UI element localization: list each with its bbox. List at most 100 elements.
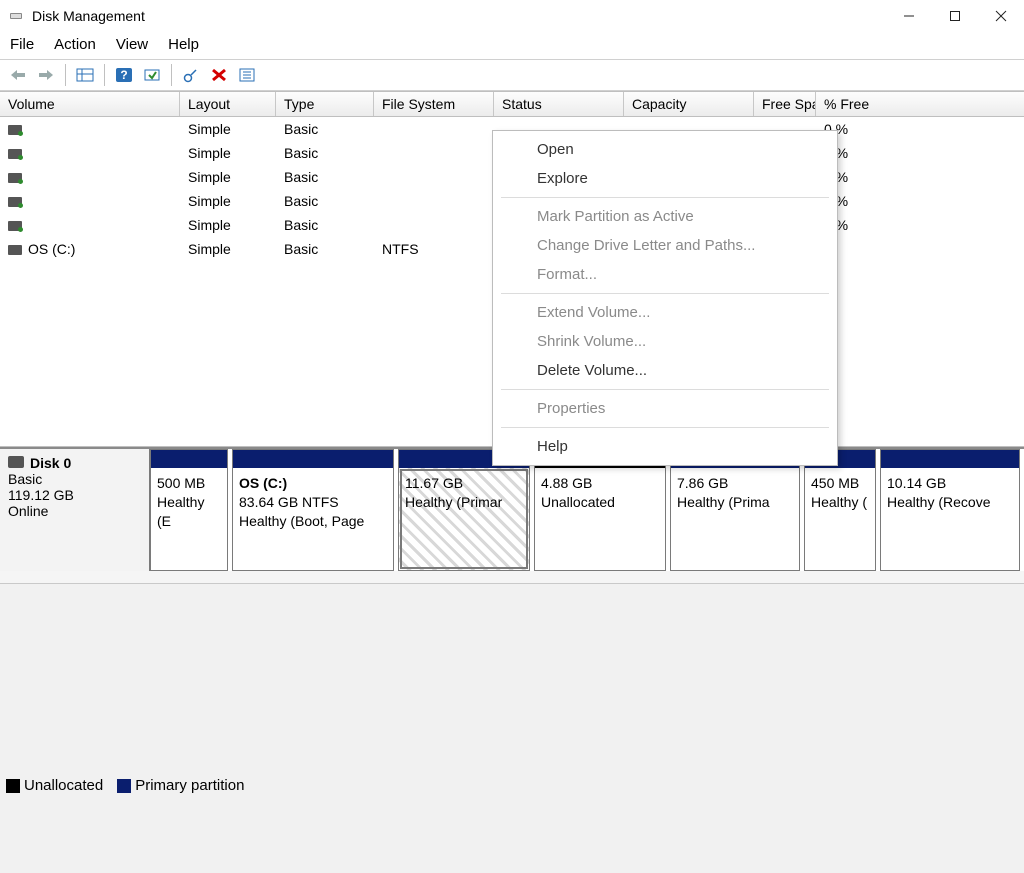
legend-label-primary: Primary partition xyxy=(135,777,244,794)
legend-label-unallocated: Unallocated xyxy=(24,777,103,794)
col-layout[interactable]: Layout xyxy=(180,92,276,116)
context-menu-separator xyxy=(501,197,829,198)
forward-button[interactable] xyxy=(34,63,58,87)
properties-button[interactable] xyxy=(235,63,259,87)
volume-icon xyxy=(8,149,22,159)
disk-row[interactable]: Disk 0 Basic 119.12 GB Online 500 MBHeal… xyxy=(0,449,1024,571)
partition[interactable]: 7.86 GBHealthy (Prima xyxy=(670,449,800,571)
partition[interactable]: 4.88 GBUnallocated xyxy=(534,449,666,571)
partition-size: 450 MB xyxy=(811,474,869,493)
volume-list-header: Volume Layout Type File System Status Ca… xyxy=(0,91,1024,117)
col-capacity[interactable]: Capacity xyxy=(624,92,754,116)
col-percent-free[interactable]: % Free xyxy=(816,92,1024,116)
menu-help[interactable]: Help xyxy=(168,36,199,53)
partition-size: 10.14 GB xyxy=(887,474,1013,493)
back-button[interactable] xyxy=(6,63,30,87)
close-button[interactable] xyxy=(978,0,1024,32)
volume-type: Basic xyxy=(276,193,374,209)
col-free-space[interactable]: Free Spa xyxy=(754,92,816,116)
partition[interactable]: 10.14 GBHealthy (Recove xyxy=(880,449,1020,571)
partition-status: Healthy (Primar xyxy=(405,493,523,512)
disk-icon xyxy=(8,456,24,468)
partition-status: Healthy ( xyxy=(811,493,869,512)
partition[interactable]: 11.67 GBHealthy (Primar xyxy=(398,449,530,571)
maximize-button[interactable] xyxy=(932,0,978,32)
partition-cap xyxy=(151,450,227,468)
context-menu-item: Properties xyxy=(493,394,837,423)
context-menu-item: Mark Partition as Active xyxy=(493,202,837,231)
disk-label: Disk 0 xyxy=(30,455,71,471)
volume-layout: Simple xyxy=(180,241,276,257)
show-hide-console-button[interactable] xyxy=(73,63,97,87)
legend-swatch-primary xyxy=(117,779,131,793)
app-icon xyxy=(8,8,24,24)
partition-status: Healthy (Boot, Page xyxy=(239,512,387,531)
volume-layout: Simple xyxy=(180,145,276,161)
context-menu-item[interactable]: Help xyxy=(493,432,837,461)
menubar: File Action View Help xyxy=(0,32,1024,59)
toolbar-separator xyxy=(65,64,66,86)
action-button[interactable] xyxy=(140,63,164,87)
volume-layout: Simple xyxy=(180,121,276,137)
legend: Unallocated Primary partition xyxy=(6,777,244,794)
menu-action[interactable]: Action xyxy=(54,36,96,53)
partition-status: Unallocated xyxy=(541,493,659,512)
partition-title: OS (C:) xyxy=(239,474,387,493)
window-title: Disk Management xyxy=(32,8,145,24)
partition-size: 4.88 GB xyxy=(541,474,659,493)
partition-cap xyxy=(881,450,1019,468)
volume-icon xyxy=(8,197,22,207)
volume-type: Basic xyxy=(276,241,374,257)
volume-type: Basic xyxy=(276,217,374,233)
partition-size: 83.64 GB NTFS xyxy=(239,493,387,512)
context-menu-item: Extend Volume... xyxy=(493,298,837,327)
partition[interactable]: 450 MBHealthy ( xyxy=(804,449,876,571)
context-menu-item[interactable]: Explore xyxy=(493,164,837,193)
partition-cap xyxy=(233,450,393,468)
col-type[interactable]: Type xyxy=(276,92,374,116)
disk-type: Basic xyxy=(8,471,141,487)
toolbar-separator xyxy=(171,64,172,86)
window-controls xyxy=(886,0,1024,32)
disk-info[interactable]: Disk 0 Basic 119.12 GB Online xyxy=(0,449,150,571)
partition-size: 500 MB xyxy=(157,474,221,493)
volume-icon xyxy=(8,125,22,135)
volume-layout: Simple xyxy=(180,193,276,209)
context-menu: OpenExplore Mark Partition as ActiveChang… xyxy=(492,130,838,466)
partitions: 500 MBHealthy (EOS (C:)83.64 GB NTFSHeal… xyxy=(150,449,1024,571)
toolbar: ? xyxy=(0,59,1024,91)
partition-status: Healthy (Recove xyxy=(887,493,1013,512)
context-menu-item[interactable]: Delete Volume... xyxy=(493,356,837,385)
partition[interactable]: 500 MBHealthy (E xyxy=(150,449,228,571)
disk-size: 119.12 GB xyxy=(8,487,141,503)
context-menu-item: Format... xyxy=(493,260,837,289)
delete-button[interactable] xyxy=(207,63,231,87)
disk-graphical-view: Disk 0 Basic 119.12 GB Online 500 MBHeal… xyxy=(0,447,1024,583)
col-filesystem[interactable]: File System xyxy=(374,92,494,116)
col-status[interactable]: Status xyxy=(494,92,624,116)
volume-icon xyxy=(8,221,22,231)
volume-layout: Simple xyxy=(180,217,276,233)
volume-icon xyxy=(8,245,22,255)
volume-layout: Simple xyxy=(180,169,276,185)
context-menu-item: Change Drive Letter and Paths... xyxy=(493,231,837,260)
partition[interactable]: OS (C:)83.64 GB NTFSHealthy (Boot, Page xyxy=(232,449,394,571)
volume-type: Basic xyxy=(276,145,374,161)
context-menu-separator xyxy=(501,389,829,390)
menu-view[interactable]: View xyxy=(116,36,148,53)
menu-file[interactable]: File xyxy=(10,36,34,53)
help-button[interactable]: ? xyxy=(112,63,136,87)
minimize-button[interactable] xyxy=(886,0,932,32)
volume-filesystem: NTFS xyxy=(374,241,494,257)
col-volume[interactable]: Volume xyxy=(0,92,180,116)
partition-size: 11.67 GB xyxy=(405,474,523,493)
legend-swatch-unallocated xyxy=(6,779,20,793)
titlebar: Disk Management xyxy=(0,0,1024,32)
context-menu-separator xyxy=(501,427,829,428)
settings-button[interactable] xyxy=(179,63,203,87)
context-menu-item[interactable]: Open xyxy=(493,135,837,164)
volume-icon xyxy=(8,173,22,183)
partition-size: 7.86 GB xyxy=(677,474,793,493)
svg-text:?: ? xyxy=(120,68,127,82)
toolbar-separator xyxy=(104,64,105,86)
